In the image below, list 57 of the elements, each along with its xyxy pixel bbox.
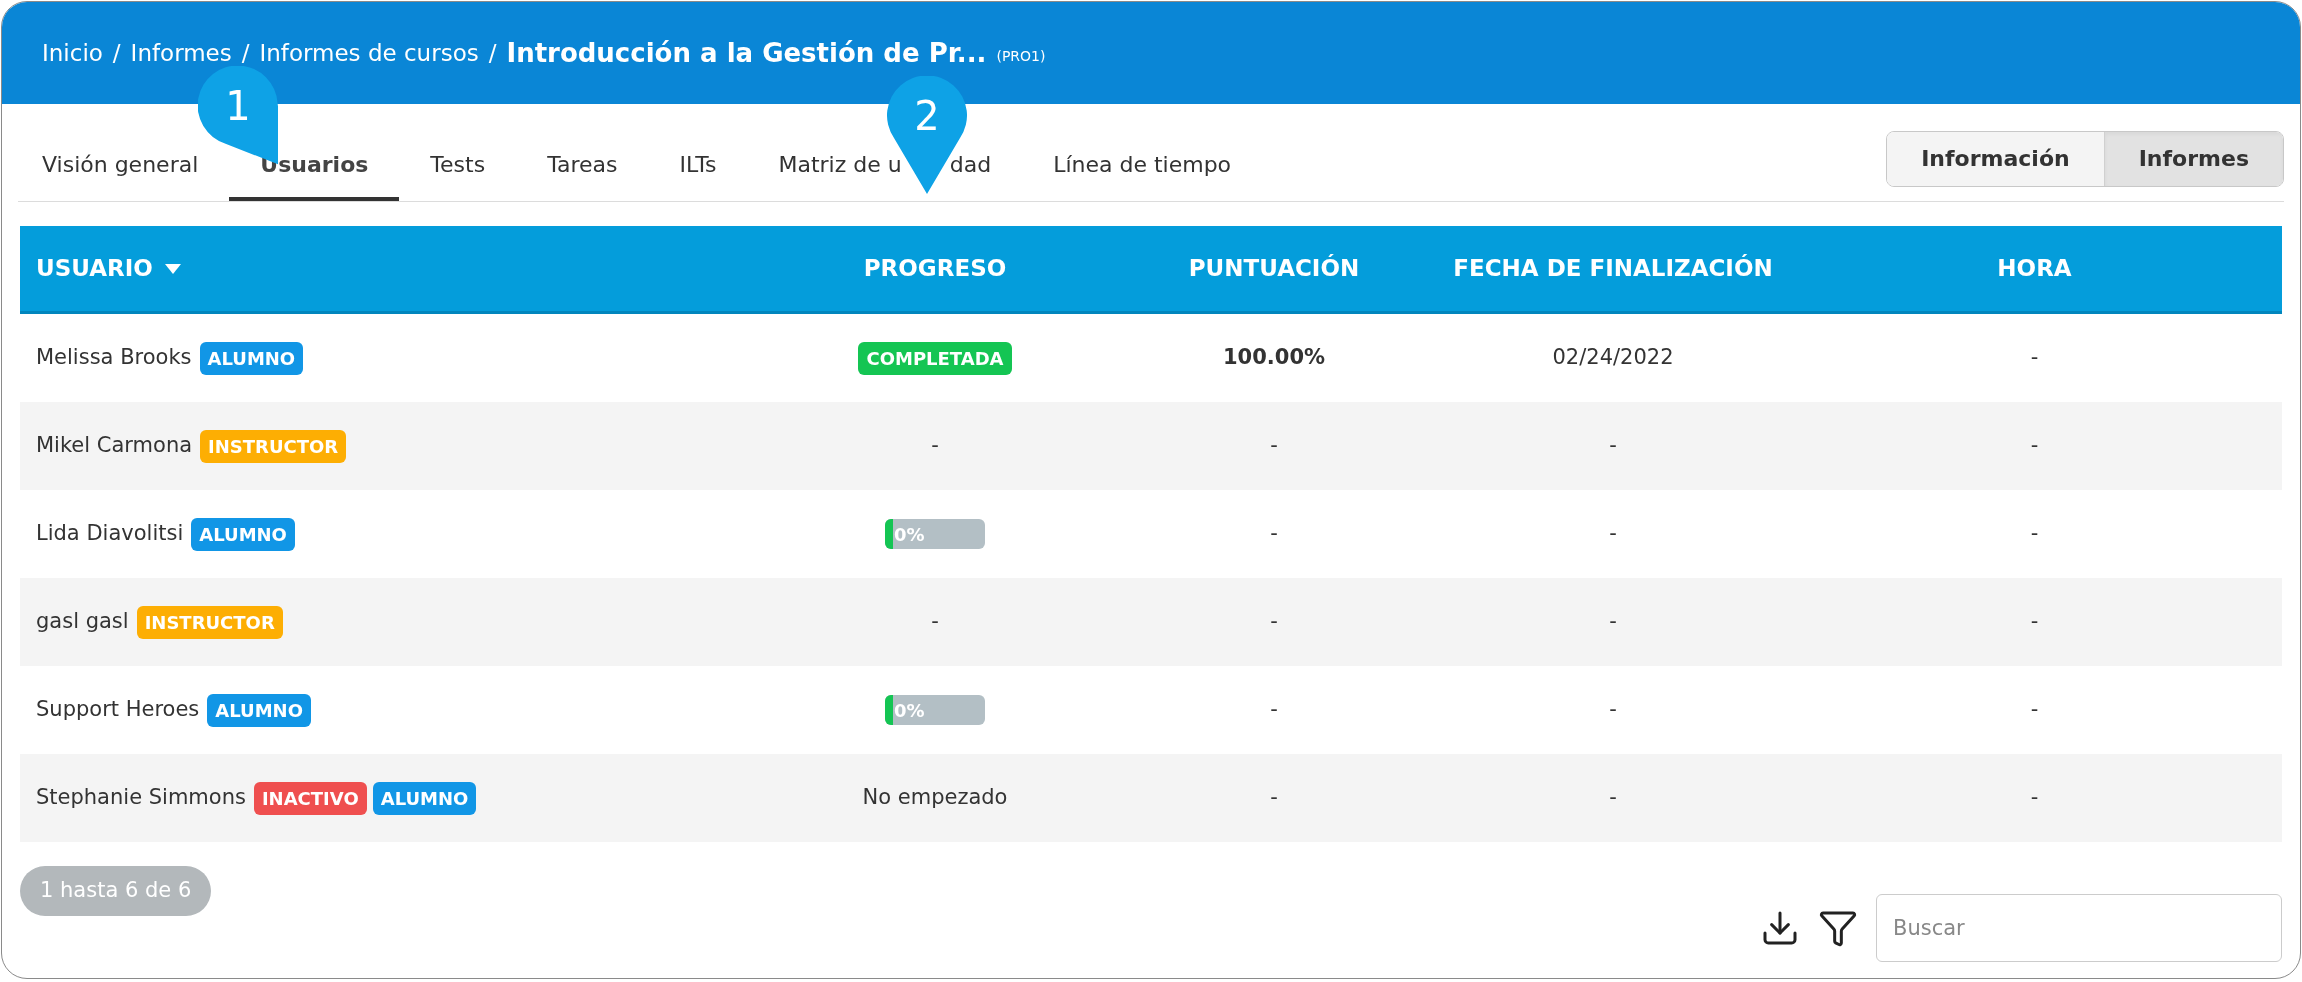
course-code: (PRO1) (996, 46, 1046, 66)
role-badge: ALUMNO (372, 781, 477, 815)
table-cell-text: - (2030, 784, 2039, 812)
table-cell-text: - (1609, 432, 1617, 460)
breadcrumb-link[interactable]: Informes (130, 35, 232, 71)
role-badge: ALUMNO (207, 693, 311, 727)
table-cell-text: - (931, 432, 939, 460)
table-cell-text: - (1270, 520, 1278, 548)
breadcrumb-separator: / (112, 38, 121, 68)
table-cell-text: - (1270, 432, 1278, 460)
tab[interactable]: Matriz de u dad (747, 131, 1023, 201)
table-cell-text: - (2030, 344, 2039, 372)
table-cell-text: No empezado (862, 784, 1008, 812)
progress-label: 0% (893, 522, 925, 547)
status-badge: COMPLETADA (858, 341, 1012, 375)
pagination-info: 1 hasta 6 de 6 (20, 866, 212, 916)
role-badge: ALUMNO (191, 517, 295, 551)
table-cell-text: - (2030, 520, 2039, 548)
course-title: Introducción a la Gestión de Pr... (506, 36, 987, 70)
user-name: Lida Diavolitsi (36, 520, 184, 548)
table-cell-text: - (2030, 432, 2039, 460)
tab[interactable]: Tareas (516, 131, 649, 201)
tab[interactable]: Visión general (11, 131, 230, 201)
tab[interactable]: Tests (399, 131, 517, 201)
table-cell-text: - (1270, 784, 1278, 812)
toggle-option[interactable]: Información (1887, 131, 2104, 186)
user-name: Support Heroes (36, 696, 200, 724)
progress-label: 0% (893, 698, 925, 723)
table-cell-text: - (931, 608, 939, 636)
toggle-option[interactable]: Informes (2103, 131, 2283, 186)
table-cell-text: - (1609, 608, 1617, 636)
table-cell-text: - (1609, 696, 1617, 724)
sort-caret-icon[interactable] (164, 263, 181, 274)
breadcrumb-link[interactable]: Informes de cursos (259, 35, 479, 71)
user-name: Melissa Brooks (36, 344, 192, 372)
role-badge: INSTRUCTOR (200, 429, 347, 463)
table-cell-text: 100.00% (1222, 344, 1326, 372)
table-cell-text: - (1609, 520, 1617, 548)
search-field[interactable]: Buscar (1876, 894, 2282, 962)
breadcrumb-separator: / (488, 38, 497, 68)
user-name: Stephanie Simmons (36, 784, 246, 812)
tab[interactable]: Línea de tiempo (1022, 131, 1263, 201)
table-cell-text: - (1270, 608, 1278, 636)
role-badge: INSTRUCTOR (136, 605, 283, 639)
tab[interactable]: ILTs (648, 131, 748, 201)
table-cell-text: - (2030, 696, 2039, 724)
table-cell-text: - (2030, 608, 2039, 636)
tab[interactable]: Usuarios (229, 131, 400, 201)
table-cell-text: - (1609, 784, 1617, 812)
table-cell-text: - (1270, 696, 1278, 724)
breadcrumb-link[interactable]: Inicio (42, 35, 103, 71)
table-cell-text: 02/24/2022 (1552, 344, 1674, 372)
user-name: gasl gasl (36, 608, 129, 636)
role-badge: INACTIVO (253, 781, 367, 815)
breadcrumb-separator: / (241, 38, 250, 68)
user-name: Mikel Carmona (36, 432, 193, 460)
role-badge: ALUMNO (199, 341, 304, 375)
